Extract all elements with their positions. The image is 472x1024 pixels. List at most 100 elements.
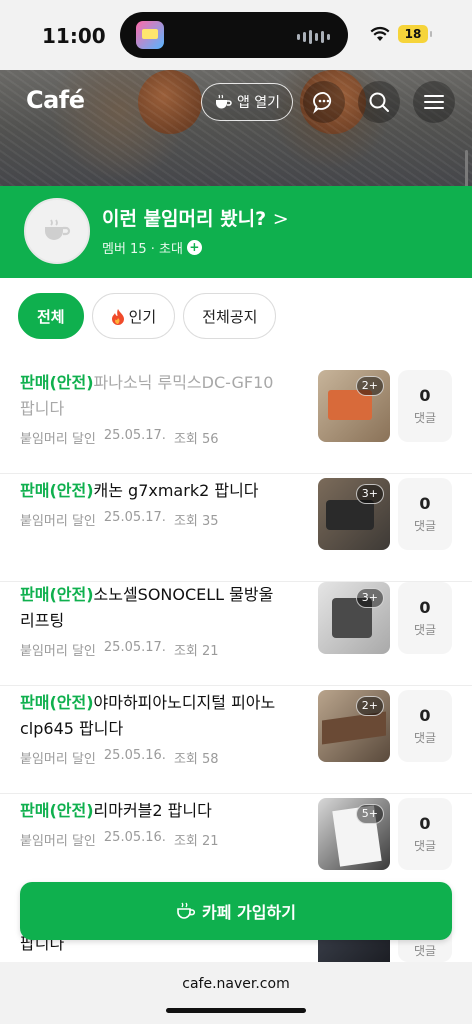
- post-item[interactable]: 판매(안전)캐논 g7xmark2 팝니다 붙임머리 달인 25.05.17. …: [0, 478, 472, 582]
- comment-count: 0: [419, 706, 431, 725]
- comment-count-box[interactable]: 0 댓글: [398, 582, 452, 654]
- image-count-badge: 2+: [355, 696, 384, 716]
- post-thumbnail[interactable]: 3+: [318, 582, 390, 654]
- post-title[interactable]: 판매(안전)리마커블2 팝니다: [20, 798, 305, 824]
- cafe-info-panel: 이런 붙임머리 봤니? > 멤버 15 · 초대 +: [0, 186, 472, 278]
- wifi-icon: [370, 26, 390, 41]
- board-tabs: 전체 인기 전체공지: [18, 293, 277, 339]
- home-indicator[interactable]: [166, 1008, 306, 1013]
- post-meta: 붙임머리 달인 25.05.17. 조회 56: [20, 428, 219, 447]
- chat-bubble-icon: [313, 92, 332, 114]
- post-category-tag: 판매(안전): [20, 373, 94, 392]
- coffee-cup-icon: [45, 219, 71, 240]
- post-meta: 붙임머리 달인 25.05.17. 조회 35: [20, 510, 219, 529]
- tab-label: 전체공지: [202, 307, 258, 326]
- search-icon: [369, 92, 389, 112]
- post-date: 25.05.17.: [103, 428, 166, 443]
- tab-label: 인기: [128, 307, 157, 326]
- post-views: 조회 21: [173, 644, 219, 659]
- cafe-avatar[interactable]: [24, 198, 90, 264]
- member-count-text: 멤버 15 · 초대: [102, 242, 183, 257]
- post-views: 조회 35: [173, 514, 219, 529]
- chevron-right-icon: >: [272, 208, 289, 230]
- post-thumbnail[interactable]: 5+: [318, 798, 390, 870]
- join-cafe-label: 카페 가입하기: [202, 903, 296, 922]
- post-title[interactable]: 판매(안전)캐논 g7xmark2 팝니다: [20, 478, 305, 504]
- audio-wave-icon: [297, 30, 330, 44]
- post-category-tag: 판매(안전): [20, 693, 94, 712]
- coffee-cup-icon: [177, 902, 196, 919]
- coffee-cup-icon: [215, 94, 232, 109]
- post-item[interactable]: 판매(안전)파나소닉 루믹스DC-GF10 팝니다 붙임머리 달인 25.05.…: [0, 370, 472, 474]
- status-time: 11:00: [42, 24, 106, 48]
- comment-count: 0: [419, 598, 431, 617]
- post-date: 25.05.17.: [103, 640, 166, 655]
- comment-count-box[interactable]: 0 댓글: [398, 798, 452, 870]
- post-title[interactable]: 판매(안전)야마하피아노디지털 피아노 clp645 팝니다: [20, 690, 305, 742]
- plus-icon: +: [186, 240, 202, 255]
- post-category-tag: 판매(안전): [20, 585, 94, 604]
- browser-url-bar[interactable]: cafe.naver.com: [0, 962, 472, 1024]
- url-text[interactable]: cafe.naver.com: [0, 976, 472, 992]
- comment-count-box[interactable]: 0 댓글: [398, 370, 452, 442]
- post-category-tag: 판매(안전): [20, 481, 94, 500]
- post-thumbnail[interactable]: 2+: [318, 370, 390, 442]
- post-title[interactable]: 판매(안전)파나소닉 루믹스DC-GF10 팝니다: [20, 370, 305, 422]
- post-author: 붙임머리 달인: [20, 752, 96, 767]
- battery-indicator: 18: [398, 25, 432, 43]
- image-count-badge: 3+: [355, 588, 384, 608]
- post-author: 붙임머리 달인: [20, 514, 96, 529]
- comment-label: 댓글: [413, 519, 437, 533]
- post-views: 조회 58: [173, 752, 219, 767]
- post-item[interactable]: 판매(안전)소노셀SONOCELL 물방울 리프팅 붙임머리 달인 25.05.…: [0, 582, 472, 686]
- post-thumbnail[interactable]: 3+: [318, 478, 390, 550]
- menu-button[interactable]: [413, 81, 455, 123]
- open-app-button[interactable]: 앱 열기: [201, 83, 293, 121]
- fire-icon: [111, 308, 124, 325]
- post-item[interactable]: 판매(안전)야마하피아노디지털 피아노 clp645 팝니다 붙임머리 달인 2…: [0, 690, 472, 794]
- comment-label: 댓글: [413, 623, 437, 637]
- post-title-text: 캐논 g7xmark2 팝니다: [93, 481, 259, 500]
- tab-notices[interactable]: 전체공지: [183, 293, 277, 339]
- dynamic-island[interactable]: [120, 12, 348, 58]
- comment-count: 0: [419, 494, 431, 513]
- post-author: 붙임머리 달인: [20, 432, 96, 447]
- cafe-name-link[interactable]: 이런 붙임머리 봤니? >: [102, 204, 289, 231]
- comment-label: 댓글: [413, 731, 437, 745]
- search-button[interactable]: [358, 81, 400, 123]
- comment-count-box[interactable]: 0 댓글: [398, 690, 452, 762]
- post-meta: 붙임머리 달인 25.05.16. 조회 58: [20, 748, 219, 767]
- tab-all[interactable]: 전체: [18, 293, 84, 339]
- open-app-label: 앱 열기: [236, 95, 281, 111]
- post-views: 조회 56: [173, 432, 219, 447]
- member-invite-line[interactable]: 멤버 15 · 초대 +: [102, 238, 202, 257]
- post-category-tag: 판매(안전): [20, 801, 94, 820]
- comment-count-box[interactable]: 0 댓글: [398, 478, 452, 550]
- comment-label: 댓글: [413, 411, 437, 425]
- comment-label: 댓글: [413, 839, 437, 853]
- comment-count: 0: [419, 814, 431, 833]
- image-count-badge: 5+: [355, 804, 384, 824]
- image-count-badge: 2+: [355, 376, 384, 396]
- image-count-badge: 3+: [355, 484, 384, 504]
- post-meta: 붙임머리 달인 25.05.16. 조회 21: [20, 830, 219, 849]
- post-thumbnail[interactable]: 2+: [318, 690, 390, 762]
- tab-label: 전체: [37, 307, 65, 326]
- now-playing-app-icon: [136, 21, 164, 49]
- post-meta: 붙임머리 달인 25.05.17. 조회 21: [20, 640, 219, 659]
- chat-button[interactable]: [303, 81, 345, 123]
- status-bar: 11:00 18: [0, 0, 472, 70]
- cafe-logo[interactable]: Café: [26, 86, 85, 114]
- cafe-name: 이런 붙임머리 봤니?: [102, 208, 267, 230]
- tab-popular[interactable]: 인기: [91, 293, 176, 339]
- post-date: 25.05.17.: [103, 510, 166, 525]
- comment-count: 0: [419, 386, 431, 405]
- cafe-banner: Café 앱 열기: [0, 70, 472, 186]
- join-cafe-button[interactable]: 카페 가입하기: [20, 882, 452, 940]
- post-author: 붙임머리 달인: [20, 834, 96, 849]
- post-date: 25.05.16.: [103, 748, 166, 763]
- post-views: 조회 21: [173, 834, 219, 849]
- post-title-text: 리마커블2 팝니다: [93, 801, 212, 820]
- hamburger-menu-icon: [424, 95, 444, 109]
- post-title[interactable]: 판매(안전)소노셀SONOCELL 물방울 리프팅: [20, 582, 305, 634]
